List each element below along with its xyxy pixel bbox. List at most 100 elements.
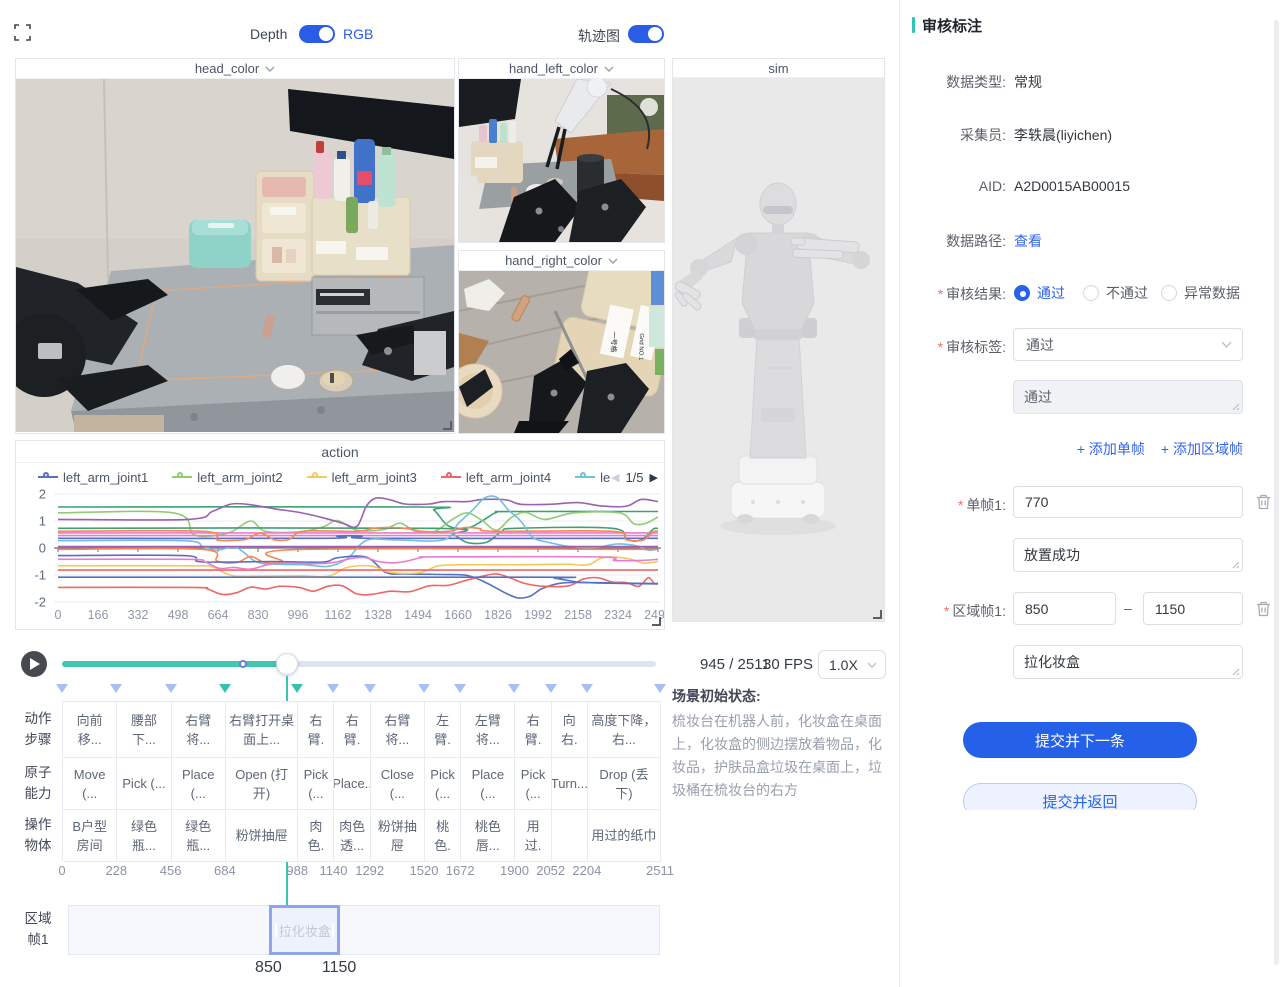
step-cell-skill[interactable]: Pick (... <box>298 758 334 810</box>
step-cell-object[interactable]: 绿色瓶... <box>172 810 226 862</box>
resize-corner-icon[interactable] <box>443 421 452 430</box>
step-cell-object[interactable]: 用过的纸巾 <box>588 810 661 862</box>
step-boundary-marker[interactable] <box>545 684 557 693</box>
legend-item[interactable]: left_arm_joint1 <box>38 470 148 485</box>
step-cell-skill[interactable]: Place (... <box>461 758 515 810</box>
step-cell-step[interactable]: 左臂. <box>425 702 461 758</box>
step-cell-skill[interactable]: Turn... <box>552 758 588 810</box>
radio-option-pass[interactable]: 通过 <box>1014 283 1065 303</box>
step-cell-step[interactable]: 向右. <box>552 702 588 758</box>
step-cell-skill[interactable]: Place.. <box>334 758 370 810</box>
add-region-frame-link[interactable]: + 添加区域帧 <box>1161 439 1243 459</box>
svg-text:2158: 2158 <box>564 608 592 622</box>
step-boundary-marker[interactable] <box>654 684 666 693</box>
step-boundary-marker[interactable] <box>454 684 466 693</box>
review-comment-textarea[interactable]: 通过 <box>1013 380 1243 414</box>
trash-icon[interactable] <box>1256 494 1271 510</box>
step-cell-skill[interactable]: Open (打开) <box>226 758 298 810</box>
resize-corner-icon[interactable] <box>873 610 882 619</box>
step-cell-object[interactable]: B户型房间 <box>63 810 117 862</box>
step-cell-object[interactable] <box>552 810 588 862</box>
step-cell-skill[interactable]: Pick (... <box>425 758 461 810</box>
legend-item[interactable]: le <box>575 470 610 485</box>
legend-item[interactable]: left_arm_joint4 <box>441 470 551 485</box>
camera-title-hand-left: hand_left_color <box>509 61 598 76</box>
scene-initial-state: 场景初始状态: 梳妆台在机器人前，化妆盒在桌面上，化妆盒的侧边摆放着物品，化妆品… <box>672 686 894 802</box>
step-cell-skill[interactable]: Pick (... <box>515 758 551 810</box>
step-boundary-marker[interactable] <box>165 684 177 693</box>
step-cell-step[interactable]: 左臂将... <box>461 702 515 758</box>
legend-marker-icon <box>172 476 192 478</box>
play-button[interactable] <box>21 651 47 677</box>
step-cell-step[interactable]: 右臂打开桌面上... <box>226 702 298 758</box>
data-path-view-link[interactable]: 查看 <box>1014 231 1042 251</box>
legend-item[interactable]: left_arm_joint2 <box>172 470 282 485</box>
submit-next-button[interactable]: 提交并下一条 <box>963 722 1197 758</box>
playback-slider-handle[interactable] <box>276 653 298 675</box>
step-boundary-marker[interactable] <box>291 684 303 693</box>
step-cell-step[interactable]: 右臂将... <box>371 702 425 758</box>
step-cell-object[interactable]: 肉色. <box>298 810 334 862</box>
add-single-frame-link[interactable]: + 添加单帧 <box>1077 439 1145 459</box>
hand-left-camera-scene <box>459 79 664 242</box>
step-cell-object[interactable]: 桃色唇... <box>461 810 515 862</box>
hand-right-camera-scene: 一号格 Grid NO.1 <box>459 271 664 433</box>
step-boundary-marker[interactable] <box>364 684 376 693</box>
step-cell-object[interactable]: 桃色. <box>425 810 461 862</box>
trash-icon[interactable] <box>1256 601 1271 617</box>
step-boundary-marker[interactable] <box>508 684 520 693</box>
right-panel-scrollbar[interactable] <box>1274 20 1279 965</box>
step-boundary-marker[interactable] <box>56 684 68 693</box>
legend-prev-icon[interactable]: ◀ <box>611 471 619 484</box>
region-frame-segment[interactable]: 拉化妆盒 <box>269 905 340 955</box>
step-boundary-marker[interactable] <box>418 684 430 693</box>
step-cell-skill[interactable]: Place (... <box>172 758 226 810</box>
radio-option-fail[interactable]: 不通过 <box>1083 283 1148 303</box>
step-cell-step[interactable]: 右臂将... <box>172 702 226 758</box>
region-start-input[interactable]: 850 <box>1013 592 1116 625</box>
step-cell-object[interactable]: 粉饼抽屉 <box>226 810 298 862</box>
step-boundary-marker[interactable] <box>219 684 231 693</box>
region-handle-left[interactable] <box>275 923 277 937</box>
step-cell-object[interactable]: 绿色瓶... <box>117 810 171 862</box>
step-cell-skill[interactable]: Pick (... <box>117 758 171 810</box>
single-frame-note-textarea[interactable]: 放置成功 <box>1013 538 1243 572</box>
region-end-input[interactable]: 1150 <box>1143 592 1243 625</box>
speed-select[interactable]: 1.0X <box>818 650 886 679</box>
field-label-region-frame: *区域帧1: <box>900 601 1006 621</box>
step-boundary-marker[interactable] <box>327 684 339 693</box>
single-frame-input[interactable]: 770 <box>1013 486 1243 518</box>
step-cell-step[interactable]: 右臂. <box>515 702 551 758</box>
fullscreen-icon[interactable] <box>14 24 31 41</box>
legend-marker-icon <box>441 476 461 478</box>
depth-rgb-toggle[interactable] <box>299 25 335 43</box>
step-cell-step[interactable]: 腰部下... <box>117 702 171 758</box>
region-frame-bar[interactable]: 拉化妆盒 <box>68 905 660 955</box>
camera-header-hand-left[interactable]: hand_left_color <box>459 59 664 79</box>
step-cell-object[interactable]: 用过. <box>515 810 551 862</box>
legend-next-icon[interactable]: ▶ <box>650 471 658 484</box>
step-cell-step[interactable]: 高度下降，右... <box>588 702 661 758</box>
step-cell-object[interactable]: 肉色透... <box>334 810 370 862</box>
legend-item[interactable]: left_arm_joint3 <box>307 470 417 485</box>
step-cell-object[interactable]: 粉饼抽屉 <box>371 810 425 862</box>
region-frame-note-textarea[interactable]: 拉化妆盒 <box>1013 645 1243 679</box>
step-boundary-marker[interactable] <box>581 684 593 693</box>
radio-option-abnormal[interactable]: 异常数据 <box>1161 283 1240 303</box>
camera-header-hand-right[interactable]: hand_right_color <box>459 251 664 271</box>
step-cell-step[interactable]: 向前移... <box>63 702 117 758</box>
region-segment-label: 拉化妆盒 <box>279 921 331 940</box>
submit-return-button[interactable]: 提交并返回 <box>963 783 1197 810</box>
camera-header-head[interactable]: head_color <box>16 59 454 79</box>
step-boundary-marker[interactable] <box>110 684 122 693</box>
region-handle-right[interactable] <box>332 923 334 937</box>
camera-header-sim[interactable]: sim <box>673 59 884 78</box>
trajectory-toggle[interactable] <box>628 25 664 43</box>
resize-corner-icon[interactable] <box>652 617 661 626</box>
step-cell-step[interactable]: 右臂. <box>334 702 370 758</box>
step-cell-skill[interactable]: Move (... <box>63 758 117 810</box>
step-cell-skill[interactable]: Drop (丢下) <box>588 758 661 810</box>
step-cell-skill[interactable]: Close (... <box>371 758 425 810</box>
review-tag-select[interactable]: 通过 <box>1013 328 1243 361</box>
step-cell-step[interactable]: 右臂. <box>298 702 334 758</box>
